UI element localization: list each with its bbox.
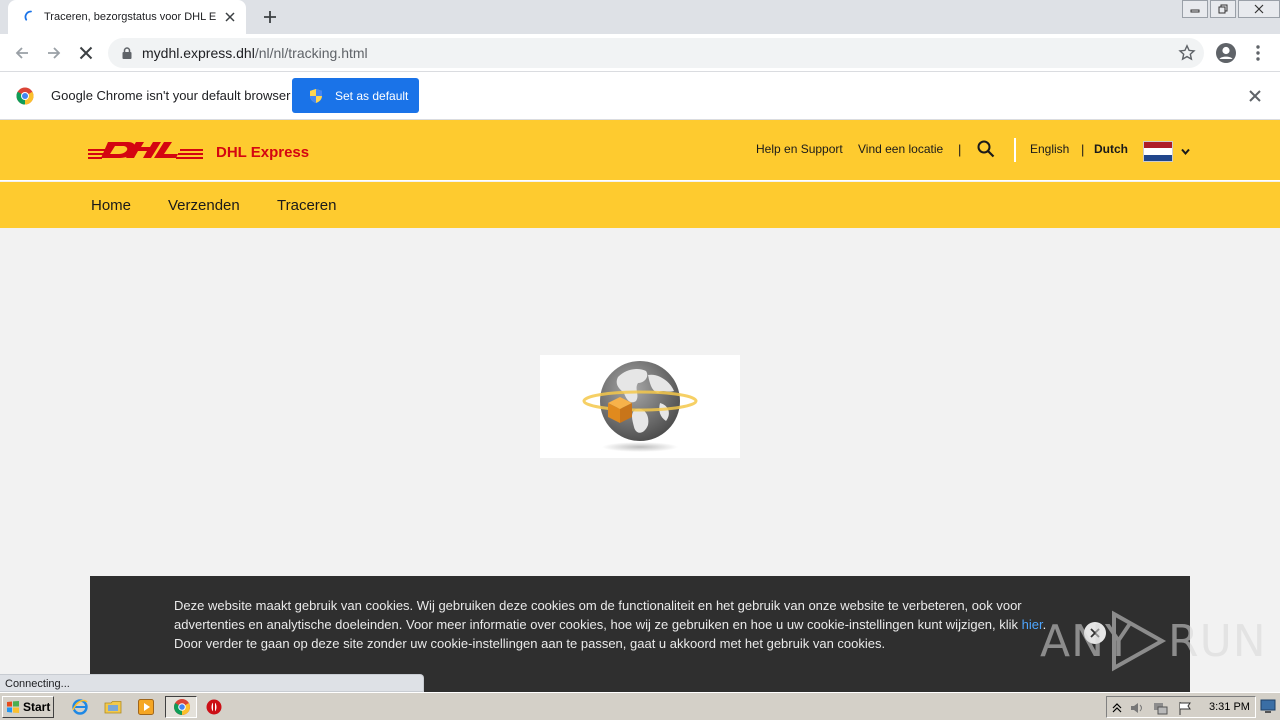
url-host: mydhl.express.dhl	[142, 45, 255, 61]
window-controls	[1180, 0, 1280, 18]
browser-tab[interactable]: Traceren, bezorgstatus voor DHL Express	[8, 0, 246, 34]
set-as-default-label: Set as default	[335, 88, 409, 103]
folder-icon[interactable]	[104, 698, 122, 716]
status-bubble: Connecting...	[0, 674, 424, 692]
dhl-express-label: DHL Express	[216, 144, 310, 161]
clock[interactable]: 3:31 PM	[1209, 701, 1250, 713]
forward-arrow-icon[interactable]	[43, 42, 65, 64]
loading-animation	[540, 355, 740, 458]
separator: |	[1081, 142, 1085, 157]
restore-button[interactable]	[1210, 0, 1236, 18]
show-desktop-icon[interactable]	[1260, 698, 1276, 714]
profile-icon[interactable]	[1214, 41, 1238, 65]
flag-icon[interactable]	[1177, 700, 1193, 716]
minimize-button[interactable]	[1182, 0, 1208, 18]
system-tray: 3:31 PM	[1106, 696, 1256, 718]
nav-home[interactable]: Home	[91, 197, 131, 214]
media-player-icon[interactable]	[137, 698, 155, 716]
close-icon[interactable]	[222, 9, 238, 25]
dhl-header: DHL Express Help en Support Vind een loc…	[0, 120, 1280, 181]
plus-icon[interactable]	[258, 6, 282, 28]
windows-taskbar: Start 3:31 PM	[0, 692, 1280, 720]
stop-icon[interactable]	[75, 42, 97, 64]
infobar-message: Google Chrome isn't your default browser	[51, 88, 291, 103]
close-icon[interactable]	[1247, 88, 1263, 104]
url-text: mydhl.express.dhl/nl/nl/tracking.html	[142, 45, 368, 61]
dhl-main-nav: Home Verzenden Traceren	[0, 182, 1280, 228]
help-support-link[interactable]: Help en Support	[756, 142, 843, 156]
window-close-button[interactable]	[1238, 0, 1280, 18]
search-icon[interactable]	[977, 140, 995, 158]
watermark-right: RUN	[1168, 616, 1267, 667]
tray-expand-icon[interactable]	[1109, 700, 1125, 716]
ie-icon[interactable]	[71, 698, 89, 716]
address-bar[interactable]: mydhl.express.dhl/nl/nl/tracking.html	[108, 38, 1204, 68]
divider	[1014, 138, 1016, 162]
tab-strip: Traceren, bezorgstatus voor DHL Express	[0, 0, 1280, 34]
shield-icon	[310, 88, 322, 103]
cookie-text-part1: Deze website maakt gebruik van cookies. …	[174, 598, 1022, 632]
separator: |	[958, 142, 962, 157]
back-arrow-icon[interactable]	[11, 42, 33, 64]
network-icon[interactable]	[1152, 700, 1168, 716]
url-path: /nl/nl/tracking.html	[254, 45, 368, 61]
chrome-icon	[174, 699, 190, 715]
set-as-default-button[interactable]: Set as default	[292, 78, 419, 113]
netherlands-flag-icon[interactable]	[1143, 141, 1173, 162]
play-logo-icon	[1112, 610, 1167, 672]
chevron-down-icon[interactable]	[1180, 146, 1191, 157]
browser-toolbar: mydhl.express.dhl/nl/nl/tracking.html	[0, 34, 1280, 72]
loading-spinner-icon	[24, 10, 38, 24]
windows-logo-icon	[7, 701, 19, 713]
globe-package-icon	[582, 361, 698, 452]
language-dutch[interactable]: Dutch	[1094, 142, 1128, 156]
dhl-logo[interactable]	[88, 139, 203, 161]
opera-icon[interactable]	[205, 698, 223, 716]
star-icon[interactable]	[1178, 44, 1196, 62]
cookie-text: Deze website maakt gebruik van cookies. …	[174, 596, 1054, 653]
menu-dots-icon[interactable]	[1250, 42, 1266, 64]
find-location-link[interactable]: Vind een locatie	[858, 142, 943, 156]
volume-icon[interactable]	[1129, 700, 1145, 716]
tab-title: Traceren, bezorgstatus voor DHL Express	[44, 11, 216, 23]
nav-traceren[interactable]: Traceren	[277, 197, 336, 214]
lock-icon	[122, 47, 132, 59]
nav-verzenden[interactable]: Verzenden	[168, 197, 240, 214]
taskbar-chrome-button[interactable]	[165, 696, 197, 718]
default-browser-infobar: Google Chrome isn't your default browser…	[0, 72, 1280, 120]
anyrun-watermark: ANY RUN	[1040, 608, 1266, 674]
start-button[interactable]: Start	[2, 696, 54, 718]
chrome-logo-icon	[16, 87, 34, 105]
start-label: Start	[23, 700, 51, 714]
language-english[interactable]: English	[1030, 142, 1069, 156]
